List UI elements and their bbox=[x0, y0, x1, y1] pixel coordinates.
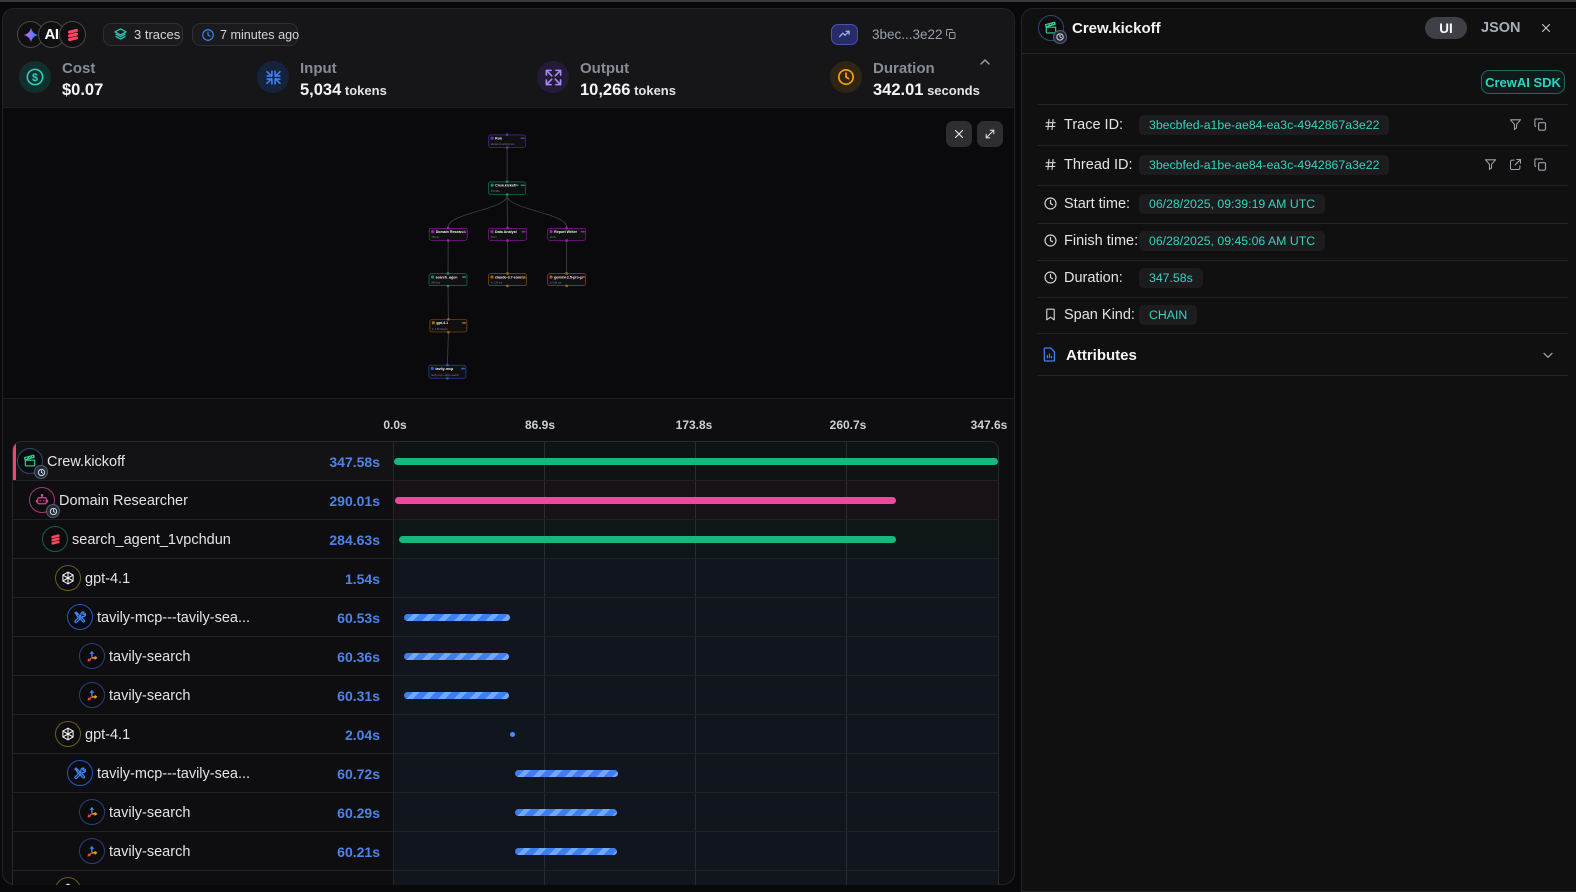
svg-text:tavily-mcp---tavily-search: tavily-mcp---tavily-search bbox=[431, 374, 459, 377]
svg-text:gpt-4.1: gpt-4.1 bbox=[436, 321, 448, 325]
svg-text:search_agen: search_agen bbox=[436, 275, 458, 279]
svg-text:Domain Research: Domain Research bbox=[436, 230, 466, 234]
svg-text:28.7s: 28.7s bbox=[491, 236, 498, 239]
svg-text:in 1.5k tokens: in 1.5k tokens bbox=[432, 328, 448, 331]
svg-text:284.63s: 284.63s bbox=[431, 282, 441, 285]
svg-text:Report Writer: Report Writer bbox=[554, 230, 577, 234]
svg-text:Crew.kickoff: Crew.kickoff bbox=[495, 184, 517, 188]
svg-text:in 1.2k out: in 1.2k out bbox=[491, 282, 503, 285]
svg-text:26.5s: 26.5s bbox=[550, 236, 557, 239]
svg-text:abcdef-int-a12cd-rstu: abcdef-int-a12cd-rstu bbox=[491, 143, 515, 146]
svg-text:gemini-2.5-pro-pr: gemini-2.5-pro-pr bbox=[554, 275, 584, 279]
svg-text:$: $ bbox=[32, 72, 38, 84]
svg-text:290.0s: 290.0s bbox=[431, 236, 439, 239]
svg-text:tavily-mcp: tavily-mcp bbox=[435, 367, 454, 371]
svg-text:Data Analyst: Data Analyst bbox=[495, 230, 517, 234]
svg-text:347.58s: 347.58s bbox=[491, 190, 501, 193]
svg-text:in 0.8k out: in 0.8k out bbox=[550, 282, 562, 285]
svg-text:Run: Run bbox=[495, 137, 502, 141]
